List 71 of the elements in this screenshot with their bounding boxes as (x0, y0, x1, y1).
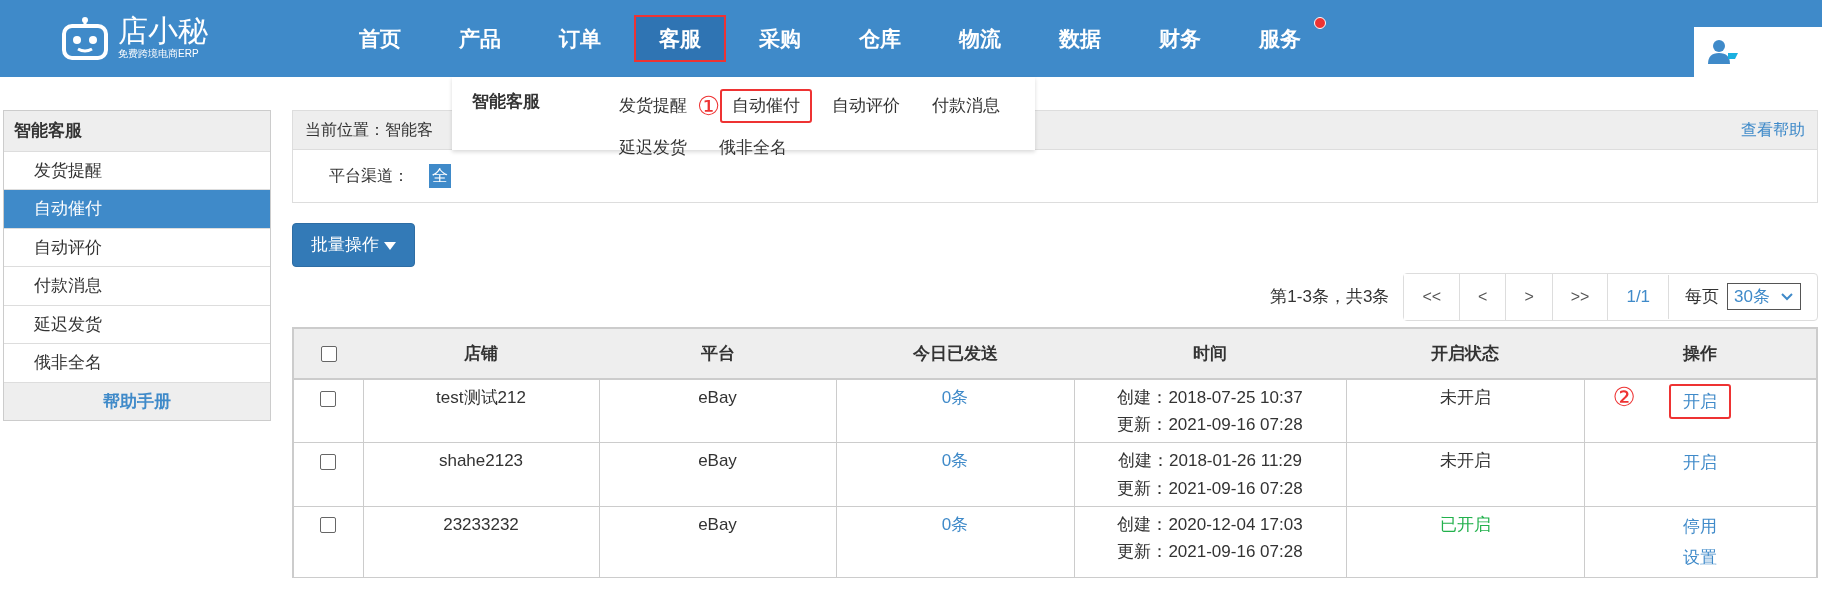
menu-item[interactable]: 自动催付 (720, 89, 813, 123)
nav-tab[interactable]: 服务 (1230, 14, 1330, 63)
page-button[interactable]: << (1404, 273, 1461, 320)
sent-count-link[interactable]: 0条 (941, 388, 969, 407)
nav-tab[interactable]: 仓库 (830, 14, 930, 63)
breadcrumb-label: 当前位置： (305, 120, 385, 140)
batch-actions-button[interactable]: 批量操作 (292, 223, 415, 267)
nav-tab[interactable]: 财务 (1130, 14, 1230, 63)
chevron-down-icon (1780, 291, 1794, 302)
row-checkbox[interactable] (320, 453, 337, 470)
created-time: 创建：2018-01-26 11:29 (1117, 450, 1303, 473)
nav-tab[interactable]: 客服 (634, 14, 726, 63)
sidebar-item[interactable]: 自动催付 (4, 190, 270, 229)
step-marker: ① (697, 92, 721, 119)
breadcrumb-link[interactable]: 智能客 (385, 118, 433, 142)
nav-tab[interactable]: 采购 (730, 14, 830, 63)
updated-time: 更新：2021-09-16 07:28 (1116, 540, 1304, 563)
help-manual-link[interactable]: 帮助手册 (4, 382, 270, 420)
menu-item[interactable]: 付款消息 (920, 89, 1013, 123)
pagination-summary: 第1-3条，共3条 (1270, 285, 1390, 308)
row-checkbox[interactable] (320, 517, 337, 534)
nav-tab[interactable]: 产品 (430, 14, 530, 63)
column-header: 操作 (1584, 327, 1817, 379)
logo-tagline: 免费跨境电商ERP (118, 47, 200, 61)
user-icon[interactable] (1708, 39, 1740, 65)
created-time: 创建：2020-12-04 17:03 (1116, 513, 1304, 536)
action-link[interactable]: 设置 (1671, 541, 1730, 574)
action-link[interactable]: 停用 (1671, 510, 1730, 542)
menu-item[interactable]: 发货提醒 (607, 89, 699, 123)
table-cell: shahe2123 (438, 451, 524, 471)
nav-tab[interactable]: 订单 (530, 14, 630, 63)
updated-time: 更新：2021-09-16 07:28 (1116, 414, 1304, 437)
channel-option[interactable]: 全 (429, 164, 451, 188)
status-text: 已开启 (1439, 514, 1491, 534)
menu-item[interactable]: 自动评价 (820, 89, 913, 123)
status-text: 未开启 (1439, 388, 1491, 407)
column-header: 开启状态 (1346, 327, 1584, 379)
sent-count-link[interactable]: 0条 (941, 451, 969, 471)
row-checkbox[interactable] (320, 390, 337, 407)
menu-item[interactable]: 延迟发货 (607, 130, 699, 164)
action-link[interactable]: 开启 (1669, 384, 1732, 420)
sidebar-title: 智能客服 (4, 111, 270, 152)
column-header: 今日已发送 (836, 327, 1074, 379)
menu-group-title: 智能客服 (472, 91, 541, 113)
caret-icon (383, 240, 396, 251)
table-cell: eBay (698, 388, 737, 407)
nav-tab[interactable]: 首页 (330, 14, 430, 63)
table-cell: eBay (698, 514, 737, 534)
table-cell: eBay (698, 451, 737, 471)
status-text: 未开启 (1439, 451, 1491, 471)
per-page-label: 每页 (1685, 285, 1720, 308)
per-page-select[interactable]: 30条 (1727, 282, 1801, 311)
nav-tab[interactable]: 数据 (1030, 14, 1130, 63)
sent-count-link[interactable]: 0条 (941, 514, 969, 534)
column-header: 平台 (599, 327, 836, 379)
column-header: 店铺 (363, 327, 599, 379)
created-time: 创建：2018-07-25 10:37 (1116, 387, 1304, 409)
table-cell: test测试212 (436, 388, 526, 407)
robot-logo-icon (60, 15, 110, 62)
step-marker: ② (1612, 384, 1636, 410)
updated-time: 更新：2021-09-16 07:28 (1116, 477, 1304, 500)
select-all-checkbox[interactable] (320, 346, 337, 362)
logo-name: 店小秘 (118, 16, 208, 46)
nav-tab[interactable]: 物流 (930, 14, 1030, 63)
page-indicator: 1/1 (1608, 274, 1670, 319)
help-link[interactable]: 查看帮助 (1741, 118, 1805, 142)
column-header: 时间 (1074, 327, 1346, 379)
channel-label: 平台渠道： (329, 166, 409, 186)
action-link[interactable]: 开启 (1671, 447, 1730, 479)
table-cell: 23233232 (443, 514, 519, 534)
menu-item[interactable]: 俄非全名 (707, 130, 799, 164)
